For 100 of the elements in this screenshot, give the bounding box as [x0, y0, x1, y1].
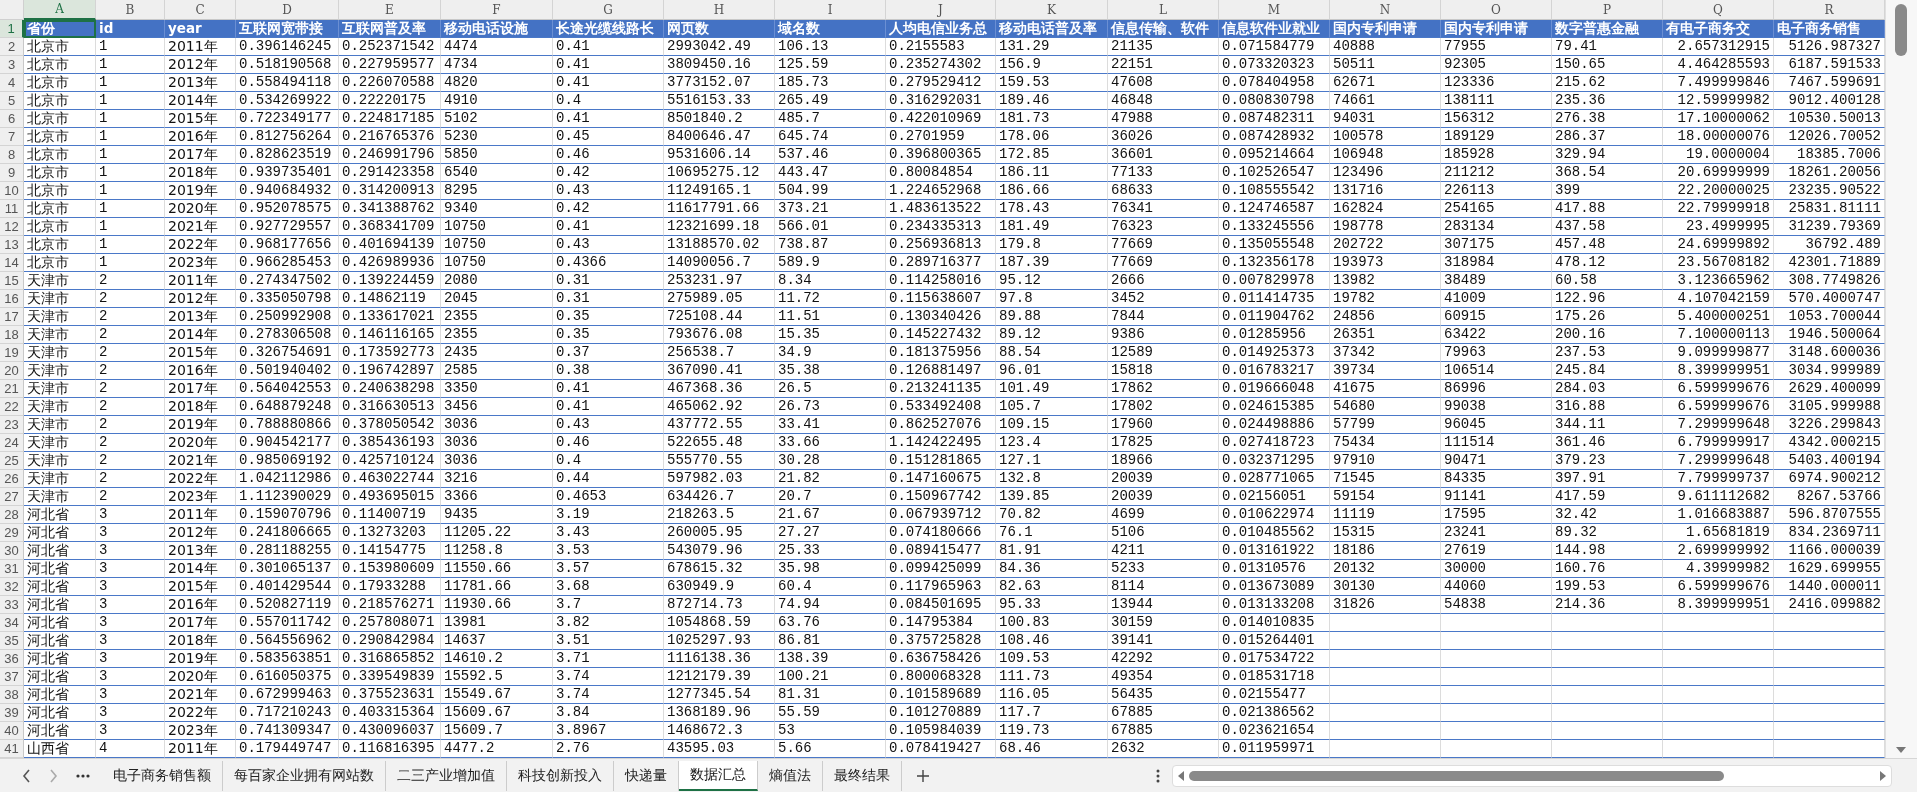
table-cell[interactable]: 44060 [1441, 578, 1552, 596]
table-cell[interactable]: 2 [96, 290, 165, 308]
table-cell[interactable]: 0.378050542 [339, 416, 441, 434]
table-cell[interactable]: 11617791.66 [664, 200, 775, 218]
table-cell[interactable]: 0.135055548 [1219, 236, 1330, 254]
table-cell[interactable]: 天津市 [24, 470, 96, 488]
header-cell[interactable]: 国内专利申请 [1330, 20, 1441, 38]
table-cell[interactable]: 1 [96, 254, 165, 272]
table-cell[interactable]: 天津市 [24, 416, 96, 434]
table-cell[interactable]: 256538.7 [664, 344, 775, 362]
table-cell[interactable]: 186.66 [996, 182, 1108, 200]
row-number[interactable]: 25 [0, 452, 24, 470]
table-cell[interactable]: 2355 [441, 308, 553, 326]
table-cell[interactable]: 0.648879248 [236, 398, 339, 416]
table-cell[interactable]: 0.80084854 [886, 164, 996, 182]
table-cell[interactable]: 北京市 [24, 38, 96, 56]
table-cell[interactable]: 0.4 [553, 452, 664, 470]
row-number[interactable]: 14 [0, 254, 24, 272]
table-cell[interactable]: 3 [96, 560, 165, 578]
row-number[interactable]: 24 [0, 434, 24, 452]
column-header[interactable]: A [24, 0, 96, 20]
table-cell[interactable]: 8295 [441, 182, 553, 200]
table-cell[interactable]: 27619 [1441, 542, 1552, 560]
table-cell[interactable]: 0.014010835 [1219, 614, 1330, 632]
table-cell[interactable]: 0.274347502 [236, 272, 339, 290]
table-cell[interactable]: 9340 [441, 200, 553, 218]
table-cell[interactable]: 0.375523631 [339, 686, 441, 704]
table-cell[interactable]: 193973 [1330, 254, 1441, 272]
table-cell[interactable]: 1212179.39 [664, 668, 775, 686]
table-cell[interactable]: 3.123665962 [1663, 272, 1774, 290]
table-cell[interactable]: 77669 [1108, 236, 1219, 254]
table-cell[interactable]: 0.939735401 [236, 164, 339, 182]
table-cell[interactable]: 117.7 [996, 704, 1108, 722]
table-cell[interactable]: 3 [96, 524, 165, 542]
table-cell[interactable]: 3.71 [553, 650, 664, 668]
table-cell[interactable]: 天津市 [24, 488, 96, 506]
row-number[interactable]: 27 [0, 488, 24, 506]
column-header[interactable]: M [1219, 0, 1330, 20]
table-cell[interactable]: 106.13 [775, 38, 886, 56]
table-cell[interactable]: 156312 [1441, 110, 1552, 128]
header-cell[interactable]: 长途光缆线路长 [553, 20, 664, 38]
table-cell[interactable]: 30159 [1108, 614, 1219, 632]
table-cell[interactable]: 天津市 [24, 380, 96, 398]
column-header[interactable]: I [775, 0, 886, 20]
table-cell[interactable]: 36601 [1108, 146, 1219, 164]
empty-cell[interactable] [1330, 668, 1441, 686]
table-cell[interactable]: 2017年 [165, 146, 236, 164]
table-cell[interactable]: 872714.73 [664, 596, 775, 614]
row-number[interactable]: 18 [0, 326, 24, 344]
table-cell[interactable]: 70.82 [996, 506, 1108, 524]
row-number[interactable]: 2 [0, 38, 24, 56]
table-cell[interactable]: 59154 [1330, 488, 1441, 506]
table-cell[interactable]: 0.17933288 [339, 578, 441, 596]
table-cell[interactable]: 0.013673089 [1219, 578, 1330, 596]
header-cell[interactable]: 信息软件业就业 [1219, 20, 1330, 38]
table-cell[interactable]: 132.8 [996, 470, 1108, 488]
table-cell[interactable]: 7.299999648 [1663, 416, 1774, 434]
table-cell[interactable]: 3350 [441, 380, 553, 398]
header-cell[interactable]: 移动电话设施 [441, 20, 553, 38]
table-cell[interactable]: 0.828623519 [236, 146, 339, 164]
table-cell[interactable]: 0.316630513 [339, 398, 441, 416]
table-cell[interactable]: 18.00000076 [1663, 128, 1774, 146]
table-cell[interactable]: 3456 [441, 398, 553, 416]
table-cell[interactable]: 214.36 [1552, 596, 1663, 614]
table-cell[interactable]: 河北省 [24, 542, 96, 560]
table-cell[interactable]: 3 [96, 686, 165, 704]
table-cell[interactable]: 0.4366 [553, 254, 664, 272]
table-cell[interactable]: 0.396800365 [886, 146, 996, 164]
table-cell[interactable]: 0.028771065 [1219, 470, 1330, 488]
table-cell[interactable]: 0.672999463 [236, 686, 339, 704]
table-cell[interactable]: 186.11 [996, 164, 1108, 182]
table-cell[interactable]: 1 [96, 236, 165, 254]
table-cell[interactable]: 397.91 [1552, 470, 1663, 488]
table-cell[interactable]: 0.316292031 [886, 92, 996, 110]
table-cell[interactable]: 19.0000004 [1663, 146, 1774, 164]
table-cell[interactable]: 0.078404958 [1219, 74, 1330, 92]
table-cell[interactable]: 95.33 [996, 596, 1108, 614]
table-cell[interactable]: 75434 [1330, 434, 1441, 452]
table-cell[interactable]: 138.39 [775, 650, 886, 668]
table-cell[interactable]: 2017年 [165, 380, 236, 398]
table-cell[interactable]: 11119 [1330, 506, 1441, 524]
table-cell[interactable]: 2 [96, 272, 165, 290]
table-cell[interactable]: 1468672.3 [664, 722, 775, 740]
table-cell[interactable]: 2080 [441, 272, 553, 290]
table-cell[interactable]: 373.21 [775, 200, 886, 218]
table-cell[interactable]: 2 [96, 398, 165, 416]
table-cell[interactable]: 0.150967742 [886, 488, 996, 506]
table-cell[interactable]: 北京市 [24, 200, 96, 218]
table-cell[interactable]: 0.11400719 [339, 506, 441, 524]
table-cell[interactable]: 0.246991796 [339, 146, 441, 164]
table-cell[interactable]: 0.717210243 [236, 704, 339, 722]
table-cell[interactable]: 0.14795384 [886, 614, 996, 632]
empty-cell[interactable] [1441, 614, 1552, 632]
table-cell[interactable]: 307175 [1441, 236, 1552, 254]
table-cell[interactable]: 793676.08 [664, 326, 775, 344]
table-cell[interactable]: 2019年 [165, 182, 236, 200]
table-cell[interactable]: 1368189.96 [664, 704, 775, 722]
horizontal-scrollbar[interactable] [1172, 764, 1892, 787]
column-header[interactable]: L [1108, 0, 1219, 20]
table-cell[interactable]: 81.91 [996, 542, 1108, 560]
